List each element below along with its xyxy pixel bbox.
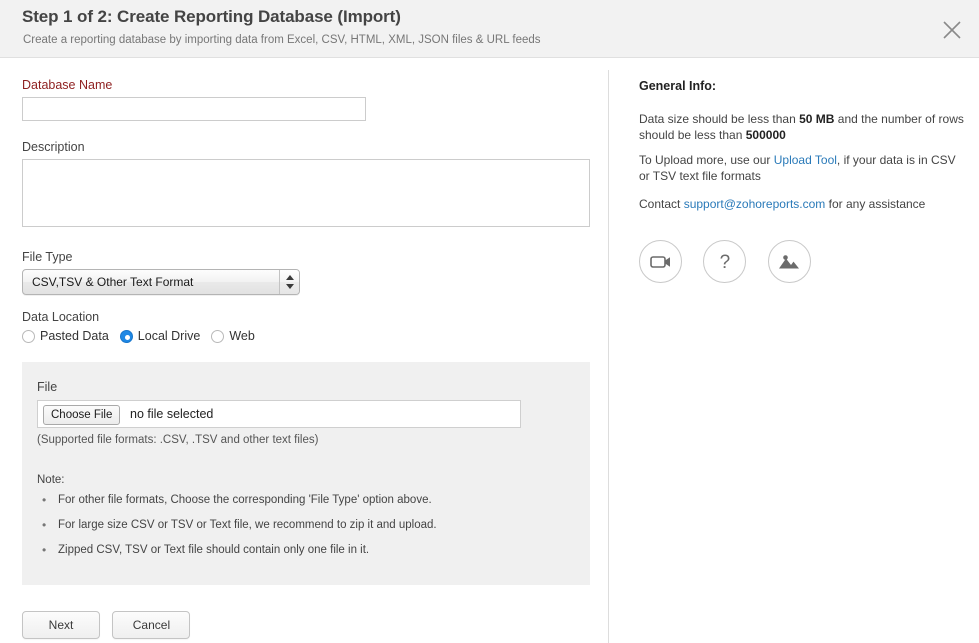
radio-circle-icon (22, 330, 35, 343)
list-item: For other file formats, Choose the corre… (40, 494, 437, 506)
choose-file-button[interactable]: Choose File (43, 405, 120, 425)
select-stepper-arrows[interactable] (279, 270, 299, 294)
help-button[interactable]: ? (703, 240, 746, 283)
gi1-rows: 500000 (746, 128, 786, 142)
upload-tool-link[interactable]: Upload Tool (774, 153, 837, 167)
close-button[interactable] (939, 17, 965, 43)
dialog-action-buttons: Next Cancel (22, 611, 198, 639)
description-label: Description (22, 140, 590, 154)
note-title: Note: (37, 474, 65, 486)
radio-label: Local Drive (138, 329, 201, 343)
dialog-header: Step 1 of 2: Create Reporting Database (… (0, 0, 979, 58)
description-field-group: Description (22, 140, 590, 227)
cancel-button[interactable]: Cancel (112, 611, 190, 639)
general-info-panel: General Info: Data size should be less t… (609, 58, 979, 643)
radio-circle-icon (211, 330, 224, 343)
list-item: Zipped CSV, TSV or Text file should cont… (40, 544, 437, 556)
note-list: For other file formats, Choose the corre… (40, 494, 437, 569)
data-location-field-group: Data Location Pasted Data Local Drive We… (22, 310, 266, 343)
image-gallery-button[interactable] (768, 240, 811, 283)
gi3-post: for any assistance (825, 197, 925, 211)
radio-label: Web (229, 329, 254, 343)
form-panel: Database Name Description File Type CSV,… (0, 58, 608, 643)
list-item: For large size CSV or TSV or Text file, … (40, 519, 437, 531)
radio-circle-selected-icon (120, 330, 133, 343)
file-type-label: File Type (22, 250, 300, 264)
help-icon-row: ? (639, 240, 828, 283)
general-info-line-3: Contact support@zohoreports.com for any … (639, 196, 964, 212)
radio-label: Pasted Data (40, 329, 109, 343)
support-email-link[interactable]: support@zohoreports.com (684, 197, 826, 211)
general-info-line-2: To Upload more, use our Upload Tool, if … (639, 152, 964, 184)
description-textarea[interactable] (22, 159, 590, 227)
gi2-pre: To Upload more, use our (639, 153, 774, 167)
supported-formats-text: (Supported file formats: .CSV, .TSV and … (37, 434, 318, 446)
data-location-label: Data Location (22, 310, 266, 324)
general-info-line-1: Data size should be less than 50 MB and … (639, 111, 964, 143)
gi1-pre: Data size should be less than (639, 112, 799, 126)
page-title: Step 1 of 2: Create Reporting Database (… (22, 7, 401, 27)
radio-local-drive[interactable]: Local Drive (120, 329, 201, 343)
database-name-label: Database Name (22, 78, 366, 92)
file-label: File (37, 380, 57, 394)
file-type-selected-value: CSV,TSV & Other Text Format (32, 275, 193, 289)
file-input-box[interactable]: Choose File no file selected (37, 400, 521, 428)
file-upload-panel: File Choose File no file selected (Suppo… (22, 362, 590, 585)
page-subtitle: Create a reporting database by importing… (23, 34, 541, 46)
video-tutorial-button[interactable] (639, 240, 682, 283)
gi1-size: 50 MB (799, 112, 834, 126)
selected-file-name: no file selected (130, 407, 213, 421)
radio-web[interactable]: Web (211, 329, 254, 343)
gi3-pre: Contact (639, 197, 684, 211)
general-info-title: General Info: (639, 79, 716, 93)
data-location-radio-group: Pasted Data Local Drive Web (22, 329, 266, 343)
file-type-field-group: File Type CSV,TSV & Other Text Format (22, 250, 300, 295)
database-name-input[interactable] (22, 97, 366, 121)
help-icon: ? (704, 241, 745, 282)
close-icon (939, 17, 965, 43)
file-type-select[interactable]: CSV,TSV & Other Text Format (22, 269, 300, 295)
radio-pasted-data[interactable]: Pasted Data (22, 329, 109, 343)
database-name-field-group: Database Name (22, 78, 366, 121)
next-button[interactable]: Next (22, 611, 100, 639)
